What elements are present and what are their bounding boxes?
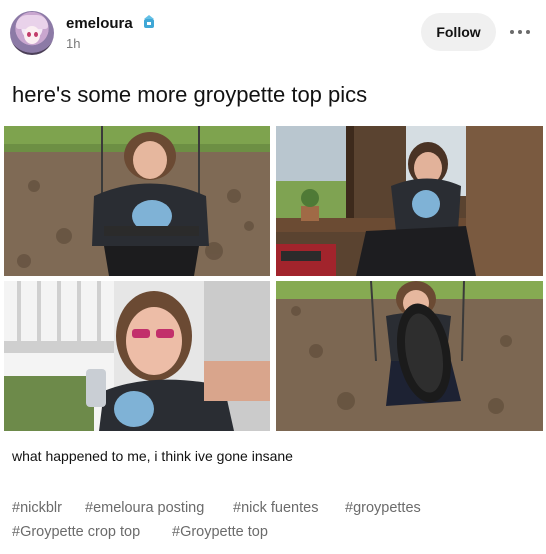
tag-link[interactable]: #nick fuentes <box>233 500 318 516</box>
avatar[interactable] <box>10 11 54 55</box>
tag-link[interactable]: #groypettes <box>345 500 421 516</box>
tag-link[interactable]: #nickblr <box>12 500 62 516</box>
tag-link[interactable]: #Groypette top <box>172 524 268 540</box>
tag-link[interactable]: #Groypette crop top <box>12 524 140 540</box>
verified-badge-icon <box>144 15 154 28</box>
author-username[interactable]: emeloura <box>66 15 133 32</box>
post-header: emeloura 1h Follow <box>0 0 546 64</box>
photo-grid <box>4 126 543 431</box>
photo-1[interactable] <box>4 126 270 276</box>
post-title: here's some more groypette top pics <box>12 82 368 107</box>
tag-link[interactable]: #emeloura posting <box>85 500 204 516</box>
photo-2[interactable] <box>276 126 543 276</box>
photo-3[interactable] <box>4 281 270 431</box>
follow-button[interactable]: Follow <box>421 13 496 51</box>
post-timestamp: 1h <box>66 36 81 51</box>
photo-4[interactable] <box>276 281 543 431</box>
more-options-icon[interactable] <box>508 22 532 42</box>
post-caption: what happened to me, i think ive gone in… <box>12 448 293 464</box>
